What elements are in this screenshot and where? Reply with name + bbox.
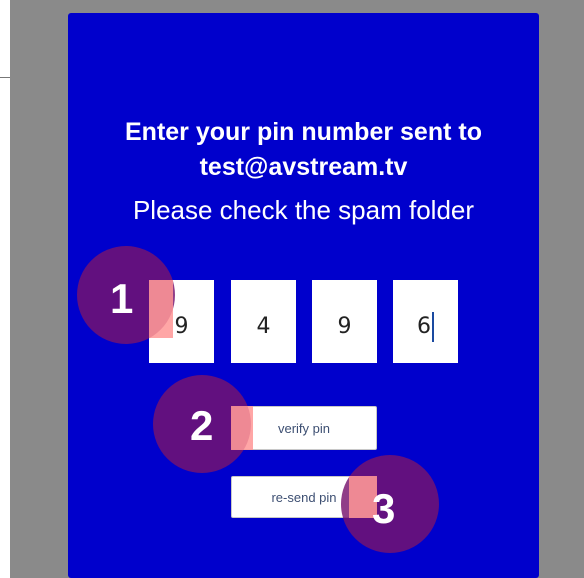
pin-digit-input-4[interactable]: 6 — [393, 280, 458, 363]
pin-digit-input-3[interactable]: 9 — [312, 280, 377, 363]
annotation-number-2: 2 — [190, 402, 214, 449]
dialog-title-line1: Enter your pin number sent to — [125, 118, 482, 146]
annotation-number-3: 3 — [372, 485, 396, 532]
annotation-highlight-2 — [231, 406, 253, 450]
dialog-subtitle: Please check the spam folder — [132, 195, 475, 225]
annotation-highlight-1 — [149, 280, 173, 338]
annotation-number-1: 1 — [110, 275, 134, 322]
pin-digit-value: 6 — [417, 314, 431, 339]
pin-digit-value: 9 — [337, 314, 352, 339]
text-cursor — [432, 311, 434, 342]
screen: Enter your pin number sent to test@avstr… — [0, 0, 584, 578]
pin-digit-input-2[interactable]: 4 — [231, 280, 296, 363]
pin-digit-value: 9 — [174, 314, 189, 339]
pin-digit-value: 4 — [256, 314, 271, 339]
dialog-title-email: test@avstream.tv — [199, 153, 408, 181]
resend-pin-label: re-send pin — [271, 489, 337, 505]
divider — [0, 77, 10, 78]
verify-pin-label: verify pin — [277, 420, 331, 436]
